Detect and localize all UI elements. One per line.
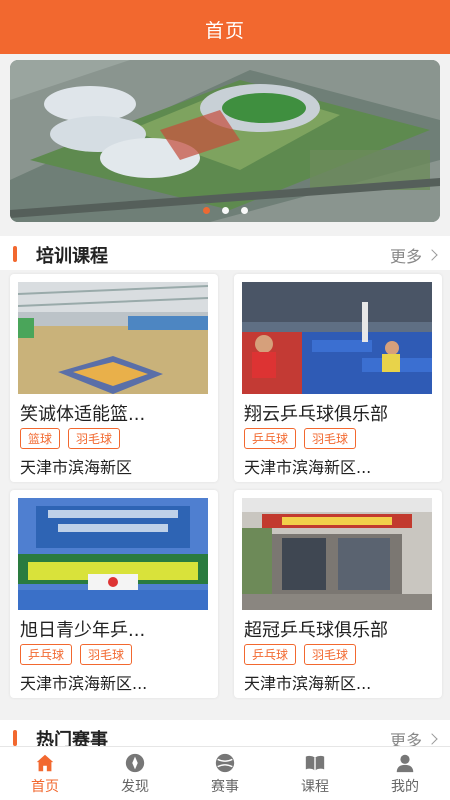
user-icon <box>396 754 414 772</box>
course-card[interactable]: 翔云乒乓球俱乐部 乒乓球 羽毛球 天津市滨海新区... <box>234 274 442 482</box>
home-icon <box>36 754 54 771</box>
sport-tag: 羽毛球 <box>304 428 357 449</box>
tab-mine[interactable]: 我的 <box>360 747 450 800</box>
course-address: 天津市滨海新区... <box>244 674 372 693</box>
course-thumbnail <box>242 282 432 394</box>
page-title: 首页 <box>204 20 245 42</box>
course-tags: 乒乓球 羽毛球 <box>20 644 133 665</box>
chevron-right-icon <box>426 249 438 261</box>
top-app-bar: 首页 <box>0 0 450 54</box>
course-card[interactable]: 旭日青少年乒... 乒乓球 羽毛球 天津市滨海新区... <box>10 490 218 698</box>
carousel-dot[interactable] <box>202 207 210 214</box>
sport-tag: 篮球 <box>20 428 61 449</box>
course-card[interactable]: 笑诚体适能篮... 篮球 羽毛球 天津市滨海新区 <box>10 274 218 482</box>
training-more-link[interactable]: 更多 <box>389 243 438 267</box>
course-tags: 篮球 羽毛球 <box>20 428 121 449</box>
tab-label: 我的 <box>391 778 419 795</box>
ball-icon <box>215 753 235 772</box>
course-name: 翔云乒乓球俱乐部 <box>244 404 388 425</box>
sport-tag: 羽毛球 <box>304 644 357 665</box>
section-accent-bar <box>13 730 17 746</box>
carousel-dot[interactable] <box>221 207 229 214</box>
training-section-header: 培训课程 更多 <box>0 236 450 272</box>
sport-tag: 乒乓球 <box>244 428 297 449</box>
sport-tag: 乒乓球 <box>20 644 73 665</box>
compass-icon <box>125 753 145 772</box>
sport-tag: 羽毛球 <box>68 428 121 449</box>
course-address: 天津市滨海新区 <box>20 458 133 477</box>
more-label: 更多 <box>389 247 422 266</box>
course-address: 天津市滨海新区... <box>244 458 372 477</box>
chevron-right-icon <box>426 733 438 745</box>
tab-discover[interactable]: 发现 <box>90 747 180 800</box>
tab-label: 发现 <box>121 778 149 795</box>
section-title-training: 培训课程 <box>36 246 108 267</box>
course-name: 超冠乒乓球俱乐部 <box>244 620 388 641</box>
banner-image-stadium <box>10 60 440 222</box>
tab-courses[interactable]: 课程 <box>270 747 360 800</box>
course-address: 天津市滨海新区... <box>20 674 148 693</box>
course-thumbnail <box>18 282 208 394</box>
course-thumbnail <box>242 498 432 610</box>
course-name: 笑诚体适能篮... <box>20 404 146 425</box>
sport-tag: 羽毛球 <box>80 644 133 665</box>
tab-events[interactable]: 赛事 <box>180 747 270 800</box>
carousel-indicator <box>10 207 440 214</box>
banner-carousel[interactable] <box>10 60 440 222</box>
tab-label: 赛事 <box>211 778 239 795</box>
course-thumbnail <box>18 498 208 610</box>
course-tags: 乒乓球 羽毛球 <box>244 644 357 665</box>
course-card[interactable]: 超冠乒乓球俱乐部 乒乓球 羽毛球 天津市滨海新区... <box>234 490 442 698</box>
tab-home[interactable]: 首页 <box>0 747 90 800</box>
sport-tag: 乒乓球 <box>244 644 297 665</box>
bottom-tab-bar: 首页 发现 赛事 课程 我的 <box>0 746 450 800</box>
course-name: 旭日青少年乒... <box>20 620 146 641</box>
tab-label: 首页 <box>31 778 59 795</box>
tab-label: 课程 <box>301 778 329 795</box>
carousel-dot[interactable] <box>240 207 248 214</box>
book-icon <box>305 755 325 770</box>
section-accent-bar <box>13 246 17 262</box>
course-tags: 乒乓球 羽毛球 <box>244 428 357 449</box>
